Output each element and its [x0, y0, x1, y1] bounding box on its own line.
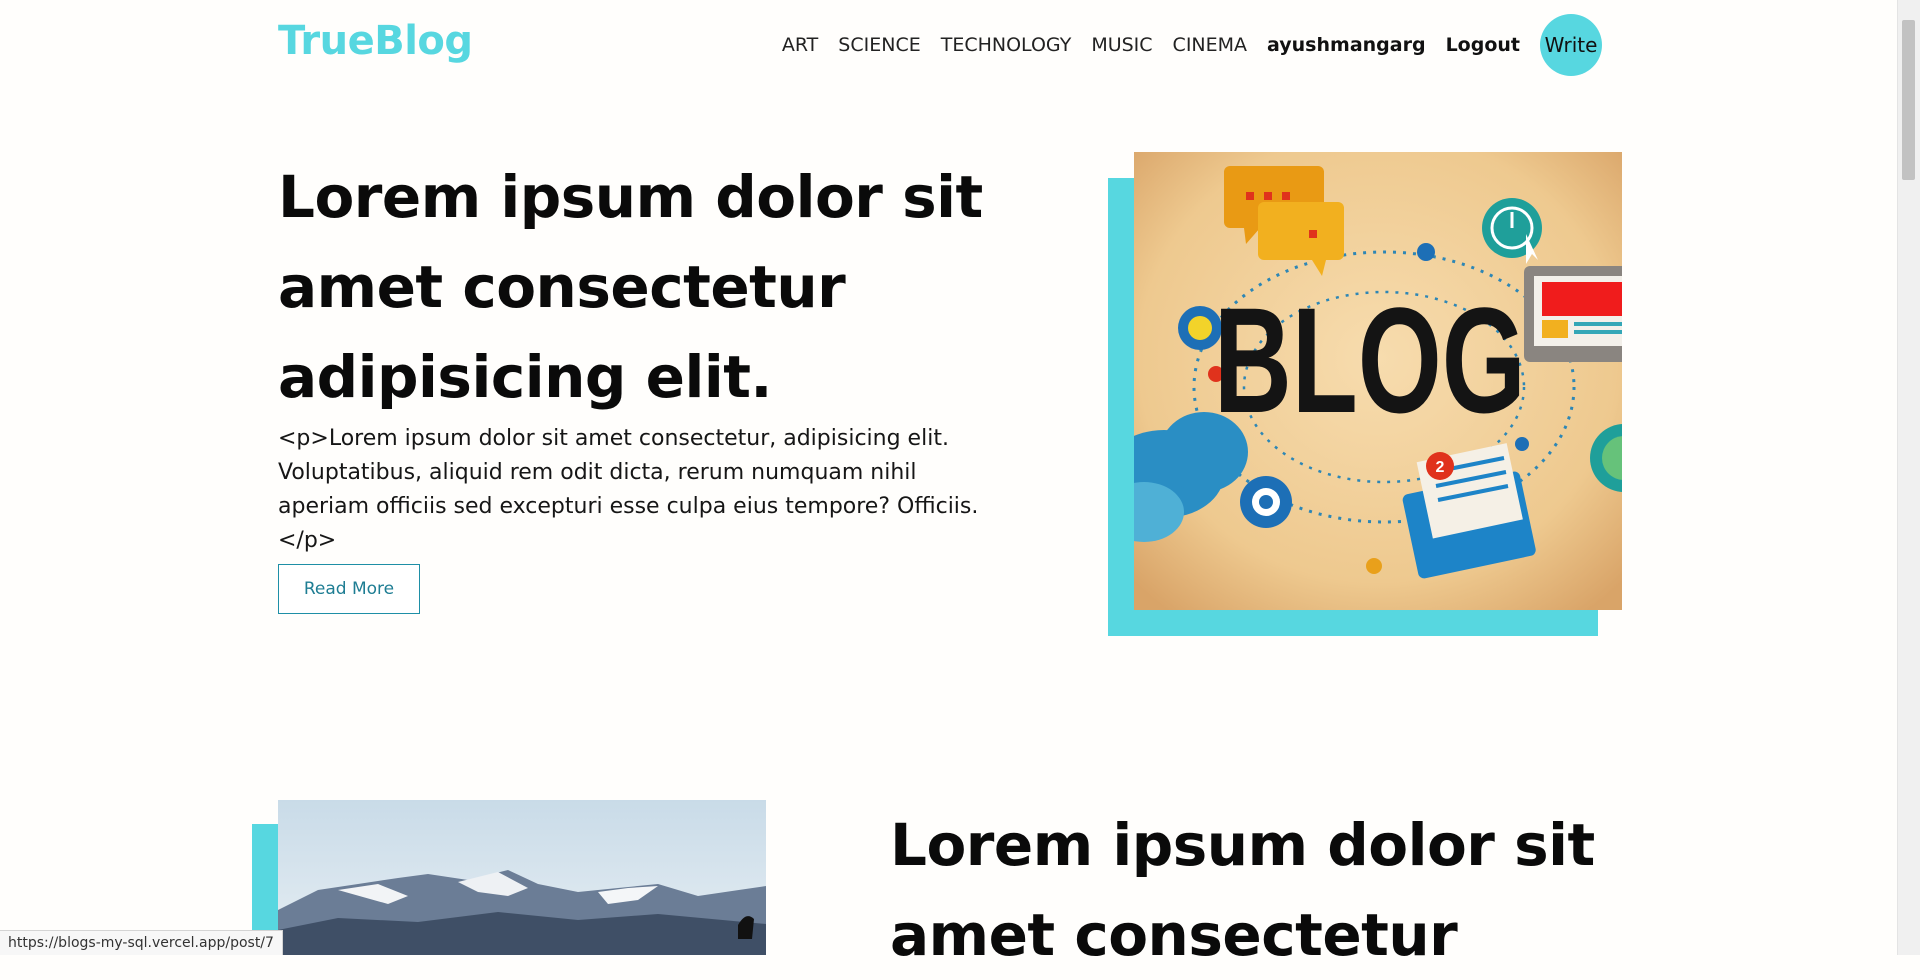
post-card: Lorem ipsum dolor sit amet consectetur: [890, 800, 1610, 980]
post-description: <p>Lorem ipsum dolor sit amet consectetu…: [278, 426, 979, 553]
vertical-scrollbar[interactable]: [1897, 0, 1920, 955]
post-image[interactable]: [278, 800, 766, 955]
read-more-button[interactable]: Read More: [278, 564, 420, 614]
blog-image-label: BLOG: [1214, 277, 1526, 445]
nav-link-art[interactable]: ART: [782, 34, 818, 56]
blog-illustration: BLOG 2: [1134, 152, 1622, 610]
scrollbar-thumb[interactable]: [1902, 20, 1915, 180]
write-button[interactable]: Write: [1540, 14, 1602, 76]
site-logo[interactable]: TrueBlog: [278, 18, 473, 64]
nav-links: ART SCIENCE TECHNOLOGY MUSIC CINEMA ayus…: [762, 14, 1602, 76]
svg-text:2: 2: [1436, 459, 1445, 476]
post-title[interactable]: Lorem ipsum dolor sit amet consectetur: [890, 800, 1610, 980]
post-card: Lorem ipsum dolor sit amet consectetur a…: [278, 152, 998, 614]
mountain-illustration: [278, 800, 766, 955]
nav-link-technology[interactable]: TECHNOLOGY: [941, 34, 1072, 56]
status-bar-url: https://blogs-my-sql.vercel.app/post/7: [0, 930, 283, 955]
username-link[interactable]: ayushmangarg: [1267, 34, 1426, 56]
logout-link[interactable]: Logout: [1446, 34, 1520, 56]
post-title[interactable]: Lorem ipsum dolor sit amet consectetur a…: [278, 152, 998, 422]
nav-link-cinema[interactable]: CINEMA: [1173, 34, 1247, 56]
post-image[interactable]: BLOG 2: [1134, 152, 1622, 610]
post-image-container: BLOG 2: [1108, 152, 1622, 637]
post-image-container: [252, 800, 766, 955]
navbar: TrueBlog ART SCIENCE TECHNOLOGY MUSIC CI…: [0, 0, 1898, 90]
nav-link-science[interactable]: SCIENCE: [838, 34, 920, 56]
nav-link-music[interactable]: MUSIC: [1091, 34, 1152, 56]
